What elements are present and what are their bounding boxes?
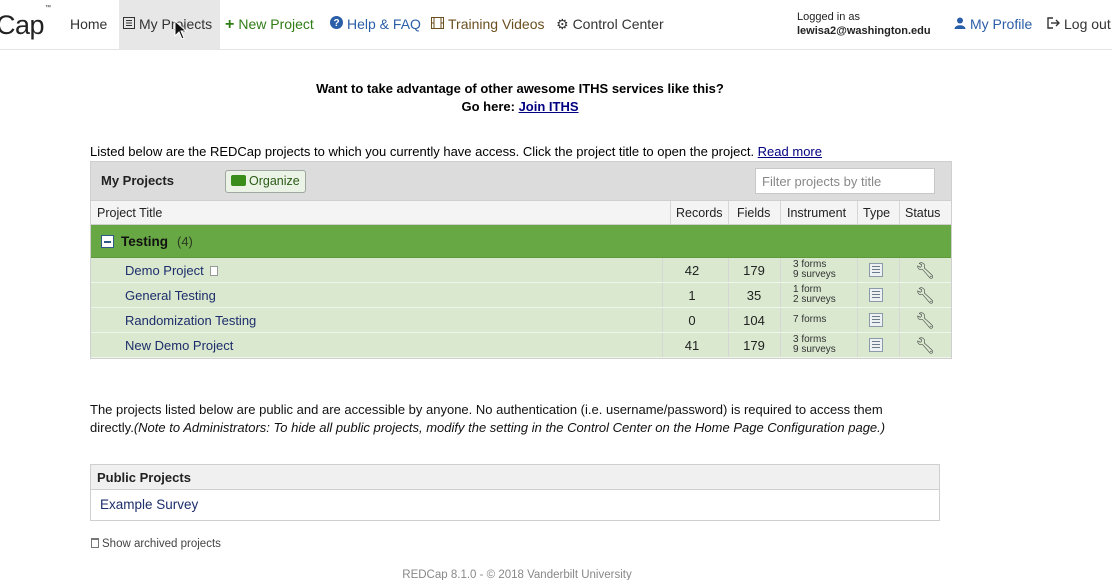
project-type-icon [869,288,883,302]
nav-training-label: Training Videos [448,16,545,32]
logo-trademark: ™ [45,5,51,11]
table-row: Demo Project 42 179 3 forms 9 surveys 🔧︎ [91,258,951,283]
my-projects-table: My Projects Organize Project Title Recor… [90,161,952,359]
wrench-icon: 🔧︎ [915,338,936,355]
instrument-surveys: 9 surveys [793,343,836,355]
folder-name: Testing [121,234,168,249]
projects-intro: Listed below are the REDCap projects to … [90,144,822,159]
instrument-surveys: 9 surveys [793,268,836,280]
col-fields[interactable]: Fields [737,206,770,220]
col-status[interactable]: Status [905,206,940,220]
project-type-icon [869,263,883,277]
instrument-summary: 3 forms 9 surveys [793,335,836,354]
column-headers: Project Title Records Fields Instrument … [91,201,951,225]
instrument-surveys: 2 surveys [793,293,836,305]
username: lewisa2@washington.edu [797,25,931,37]
records-count: 0 [688,313,696,328]
nav-new-project-label: New Project [238,16,314,32]
trash-icon [91,538,99,548]
my-projects-title: My Projects [101,173,174,188]
nav-logout[interactable]: Log out [1047,0,1111,49]
intro-text: Listed below are the REDCap projects to … [90,144,758,159]
folder-count: (4) [177,234,193,249]
show-archived-label: Show archived projects [102,538,221,550]
collapse-icon[interactable] [101,235,114,248]
nav-new-project[interactable]: + New Project [225,0,314,49]
footer: REDCap 8.1.0 - © 2018 Vanderbilt Univers… [402,569,632,580]
promo-text: Want to take advantage of other awesome … [316,81,724,96]
nav-control-center[interactable]: ⚙ Control Center [556,0,664,49]
project-link[interactable]: Demo Project [125,263,218,278]
table-row: General Testing 1 35 1 form 2 surveys 🔧︎ [91,283,951,308]
instrument-summary: 7 forms [793,315,826,325]
col-project-title[interactable]: Project Title [97,206,162,220]
my-projects-header: My Projects Organize [91,162,951,201]
project-link[interactable]: Randomization Testing [125,313,256,328]
folder-open-icon [231,175,246,186]
nav-logout-label: Log out [1064,16,1111,32]
project-link[interactable]: General Testing [125,288,216,303]
sign-out-icon [1047,0,1060,48]
col-records[interactable]: Records [676,206,723,220]
col-type[interactable]: Type [863,206,890,220]
public-projects-table: Public Projects Example Survey [90,464,940,521]
fields-count: 35 [746,288,762,303]
table-row: New Demo Project 41 179 3 forms 9 surveys… [91,333,951,358]
question-circle-icon: ? [330,0,343,48]
join-iths-link[interactable]: Join ITHS [519,99,579,114]
project-link[interactable]: New Demo Project [125,338,233,353]
organize-label: Organize [249,174,300,188]
nav-home-label: Home [70,16,108,32]
project-type-icon [869,313,883,327]
nav-training-videos[interactable]: Training Videos [431,0,545,49]
logged-in-label: Logged in as [797,11,860,23]
project-type-icon [869,338,883,352]
logo-text: Cap [0,10,45,40]
nav-my-profile[interactable]: My Profile [954,0,1032,49]
list-icon [123,0,135,48]
wrench-icon: 🔧︎ [915,263,936,280]
nav-control-center-label: Control Center [572,16,664,32]
wrench-icon: 🔧︎ [915,313,936,330]
public-projects-note: The projects listed below are public and… [90,401,890,437]
filter-projects-input[interactable] [755,168,935,194]
nav-help-label: Help & FAQ [347,16,421,32]
redcap-logo[interactable]: Cap™ [0,5,51,41]
project-title: Demo Project [125,263,204,278]
mouse-pointer-icon [174,20,188,40]
records-count: 41 [684,338,700,353]
show-archived-link[interactable]: Show archived projects [91,538,221,550]
read-more-link[interactable]: Read more [758,144,822,159]
nav-home[interactable]: Home [70,0,107,49]
fields-count: 179 [743,263,765,278]
records-count: 1 [688,288,696,303]
public-note-admin: (Note to Administrators: To hide all pub… [133,420,886,435]
public-projects-title: Public Projects [91,465,939,490]
public-project-link[interactable]: Example Survey [91,490,939,520]
project-folder-testing[interactable]: Testing (4) [91,225,951,258]
fields-count: 179 [743,338,765,353]
records-count: 42 [684,263,700,278]
nav-my-projects[interactable]: My Projects [119,0,221,49]
top-navbar: Cap™ Home My Projects + New Project ? Hel… [0,0,1112,50]
user-icon [954,0,966,48]
document-icon [209,266,218,276]
table-row: Randomization Testing 0 104 7 forms 🔧︎ [91,308,951,333]
col-instrument[interactable]: Instrument [787,206,846,220]
gear-icon: ⚙ [556,16,569,32]
organize-button[interactable]: Organize [225,170,306,193]
film-icon [431,0,444,48]
promo-go-here: Go here: [461,99,519,114]
instrument-forms: 7 forms [793,314,827,325]
nav-my-profile-label: My Profile [970,16,1033,32]
svg-text:?: ? [333,18,339,29]
plus-icon: + [225,16,235,33]
wrench-icon: 🔧︎ [915,288,936,305]
promo-banner: Want to take advantage of other awesome … [0,80,1040,116]
instrument-summary: 3 forms 9 surveys [793,260,836,279]
instrument-summary: 1 form 2 surveys [793,285,836,304]
nav-help-faq[interactable]: ? Help & FAQ [330,0,421,49]
fields-count: 104 [743,313,765,328]
login-info: Logged in as lewisa2@washington.edu [797,10,931,38]
